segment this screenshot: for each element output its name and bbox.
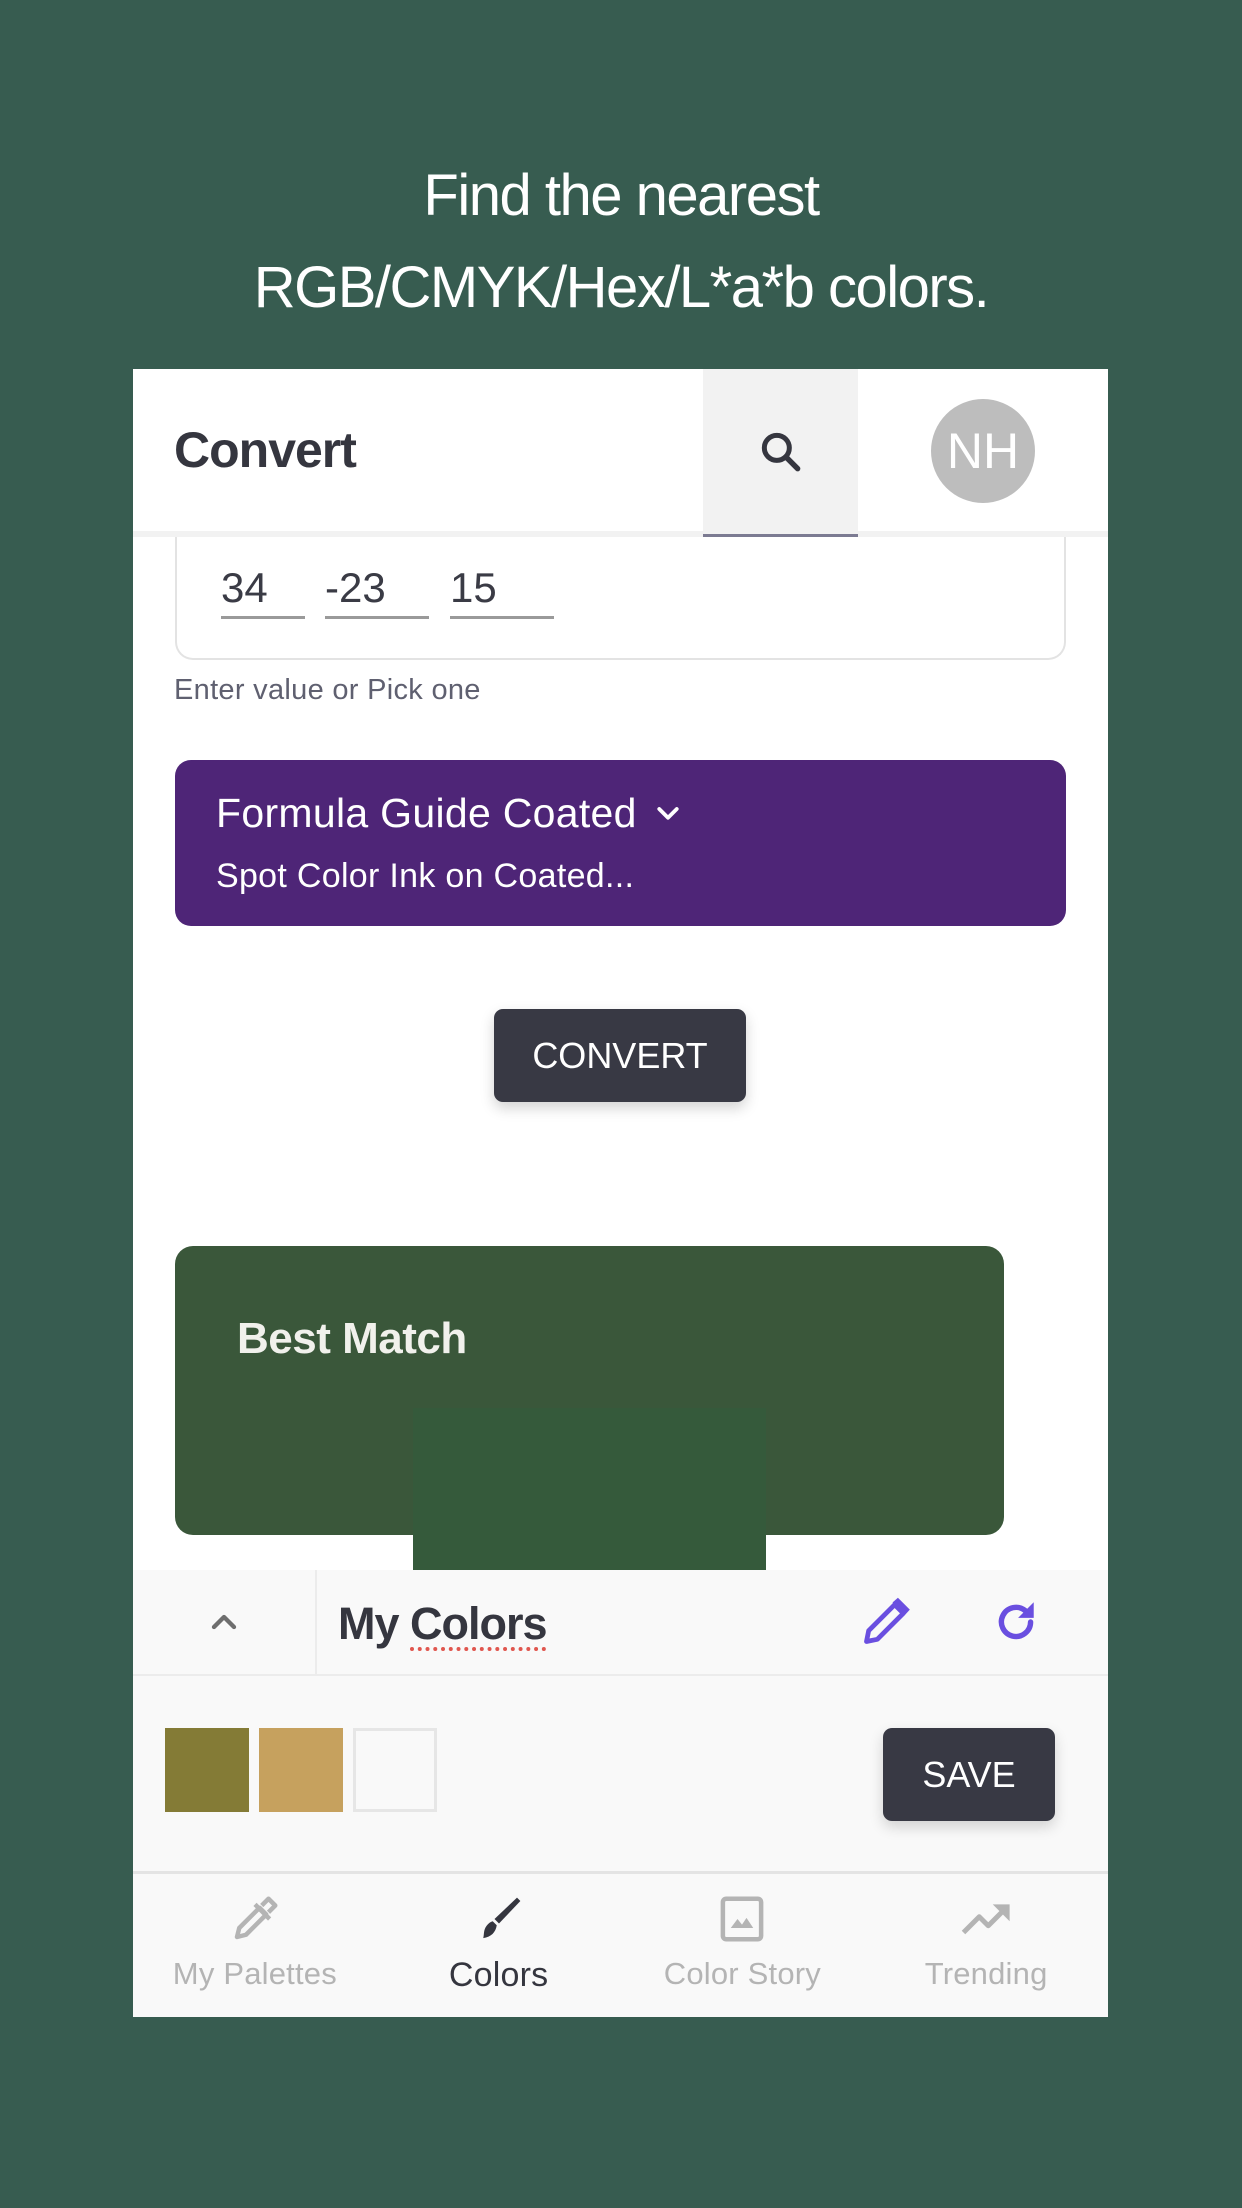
eyedropper-icon (234, 1896, 278, 1940)
guide-description: Spot Color Ink on Coated... (216, 857, 635, 895)
my-colors-tray: SAVE (133, 1676, 1108, 1874)
input-helper-text: Enter value or Pick one (174, 674, 481, 706)
pencil-icon (864, 1597, 910, 1644)
user-avatar[interactable]: NH (931, 399, 1035, 503)
lab-input-group (175, 519, 1066, 660)
headline-line-2: RGB/CMYK/Hex/L*a*b colors. (253, 255, 990, 320)
page-title: Convert (174, 422, 357, 478)
my-colors-title-word: Colors (410, 1598, 548, 1649)
image-icon (721, 1896, 764, 1942)
chevron-down-icon (657, 806, 679, 820)
b-value-input[interactable] (450, 559, 554, 619)
app-header: Convert NH (133, 369, 1108, 537)
headline-line-1: Find the nearest (423, 163, 820, 228)
guide-name-label: Formula Guide Coated (216, 790, 637, 836)
avatar-initials: NH (946, 423, 1020, 479)
color-guide-dropdown[interactable]: Formula Guide Coated Spot Color Ink on C… (175, 760, 1066, 926)
guide-name: Formula Guide Coated (216, 790, 683, 837)
promo-headline: Find the nearest RGB/CMYK/Hex/L*a*b colo… (0, 150, 1242, 334)
nav-item-trending[interactable]: Trending (864, 1874, 1108, 2017)
color-swatch[interactable] (259, 1728, 343, 1812)
nav-label: Colors (448, 1956, 549, 1994)
l-value-input[interactable] (221, 559, 305, 619)
nav-label: My Palettes (172, 1956, 337, 1991)
save-button[interactable]: SAVE (883, 1728, 1055, 1821)
trending-up-icon (961, 1904, 1010, 1935)
paintbrush-icon (482, 1897, 520, 1939)
chevron-up-icon (211, 1614, 237, 1630)
search-icon (761, 432, 800, 471)
a-value-input[interactable] (325, 559, 429, 619)
nav-label: Color Story (663, 1956, 821, 1991)
nav-item-color-story[interactable]: Color Story (621, 1874, 865, 2017)
collapse-button[interactable] (133, 1570, 317, 1674)
nav-item-colors[interactable]: Colors (377, 1874, 621, 2017)
nav-item-my-palettes[interactable]: My Palettes (133, 1874, 377, 2017)
nav-label: Trending (924, 1956, 1048, 1991)
bottom-nav: My Palettes Colors Color Story Trending (133, 1874, 1108, 2017)
best-match-swatch[interactable] (413, 1408, 766, 1570)
best-match-title: Best Match (237, 1314, 467, 1363)
empty-swatch-slot[interactable] (353, 1728, 437, 1812)
convert-button[interactable]: CONVERT (494, 1009, 746, 1102)
refresh-icon (998, 1602, 1034, 1640)
my-colors-title-prefix: My (338, 1598, 411, 1649)
color-swatch[interactable] (165, 1728, 249, 1812)
edit-button[interactable] (858, 1594, 914, 1650)
app-screen: Convert NH Enter value or Pick one Formu… (133, 369, 1108, 2017)
search-button[interactable] (703, 369, 858, 537)
refresh-button[interactable] (988, 1594, 1044, 1650)
my-colors-bar: My Colors (133, 1570, 1108, 1676)
my-colors-title: My Colors (338, 1598, 548, 1650)
